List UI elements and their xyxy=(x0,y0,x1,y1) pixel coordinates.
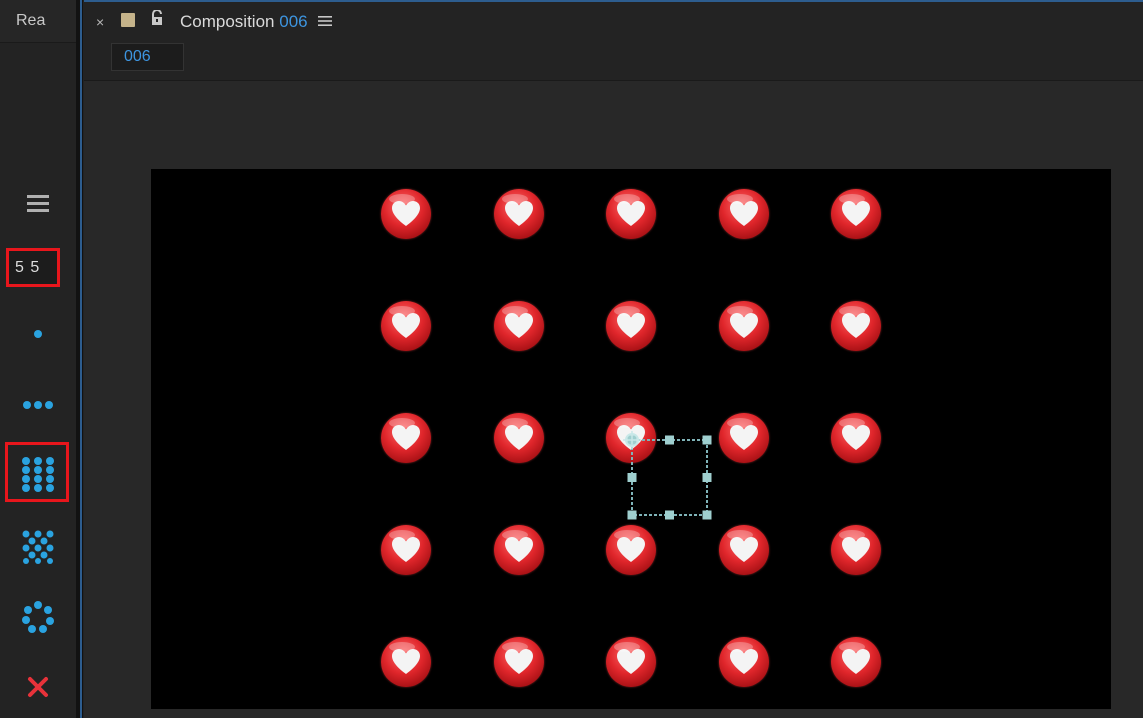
heart-layer[interactable] xyxy=(493,525,544,575)
circle-dots-preset-button[interactable] xyxy=(12,592,64,642)
panel-tab[interactable]: Rea xyxy=(0,0,76,43)
close-icon xyxy=(28,677,48,697)
tab-composition-006[interactable]: 006 xyxy=(111,43,184,71)
transform-handle xyxy=(665,510,674,520)
grid-3x3-preset-button[interactable] xyxy=(12,446,64,502)
circle-dots-icon xyxy=(22,601,54,633)
single-dot-preset-button[interactable] xyxy=(12,318,64,350)
left-panel: Rea 5 5 xyxy=(0,0,76,718)
panel-title-text: Composition xyxy=(180,12,275,31)
panel-tab-label: Rea xyxy=(16,12,46,29)
heart-layer[interactable] xyxy=(381,189,431,239)
label-color-swatch[interactable] xyxy=(121,13,135,27)
heart-layer[interactable] xyxy=(493,413,544,463)
heart-layer[interactable] xyxy=(831,301,881,351)
diamond-dots-preset-button[interactable] xyxy=(12,522,64,572)
grid-size-input[interactable]: 5 5 xyxy=(6,248,60,287)
heart-layer[interactable] xyxy=(493,637,544,687)
three-dots-preset-button[interactable] xyxy=(12,388,64,422)
close-panel-icon[interactable]: × xyxy=(96,14,104,30)
hamburger-icon[interactable] xyxy=(12,186,64,222)
transform-handle xyxy=(702,510,712,520)
heart-layer[interactable] xyxy=(606,189,656,239)
transform-handle xyxy=(627,473,637,482)
composition-panel-header: × Composition 006 xyxy=(84,0,1143,42)
heart-layer[interactable] xyxy=(831,525,881,575)
heart-layer[interactable] xyxy=(831,637,881,687)
diamond-dots-icon xyxy=(22,530,54,564)
heart-layer[interactable] xyxy=(381,301,431,351)
heart-layer[interactable] xyxy=(606,637,656,687)
heart-layer[interactable] xyxy=(831,413,881,463)
heart-layer[interactable] xyxy=(381,637,431,687)
heart-layer[interactable] xyxy=(831,189,881,239)
layer-transform-box[interactable] xyxy=(618,426,718,526)
panel-menu-icon[interactable] xyxy=(318,14,332,32)
heart-layer[interactable] xyxy=(718,637,769,687)
panel-title: Composition 006 xyxy=(180,12,308,32)
grid-size-value: 5 5 xyxy=(15,258,41,276)
composition-tab-bar: 006 xyxy=(84,42,1143,81)
clear-button[interactable] xyxy=(12,668,64,706)
heart-layer[interactable] xyxy=(493,301,544,351)
heart-layer[interactable] xyxy=(718,525,769,575)
heart-layer[interactable] xyxy=(718,189,769,239)
panel-focus-line xyxy=(80,0,82,718)
heart-layer[interactable] xyxy=(606,525,656,575)
transform-handle xyxy=(702,473,712,482)
heart-layer[interactable] xyxy=(718,413,769,463)
transform-handle xyxy=(702,435,712,445)
heart-layer[interactable] xyxy=(381,413,431,463)
heart-layer[interactable] xyxy=(718,301,769,351)
three-dots-icon xyxy=(23,401,53,409)
heart-layer[interactable] xyxy=(381,525,431,575)
heart-layer[interactable] xyxy=(493,189,544,239)
heart-layer[interactable] xyxy=(606,301,656,351)
transform-handle xyxy=(627,510,637,520)
lock-icon[interactable] xyxy=(150,9,164,31)
single-dot-icon xyxy=(34,330,42,338)
transform-handle xyxy=(665,435,674,445)
grid-3x3-icon xyxy=(22,457,54,492)
panel-title-number: 006 xyxy=(279,12,308,31)
